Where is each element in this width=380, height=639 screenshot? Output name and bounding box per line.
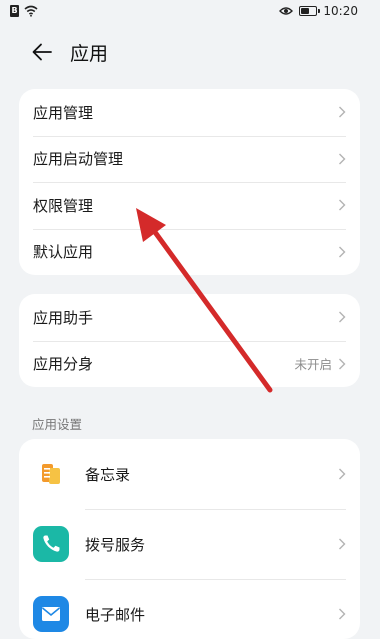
eye-icon xyxy=(279,7,294,15)
row-label: 默认应用 xyxy=(33,243,94,262)
app-row-email[interactable]: 电子邮件 xyxy=(19,579,360,639)
chevron-right-icon xyxy=(339,246,346,258)
battery-icon xyxy=(299,6,321,16)
status-left: B xyxy=(10,5,38,17)
app-management-card: 应用管理 应用启动管理 权限管理 默认应用 xyxy=(19,89,360,275)
app-settings-card: 备忘录 拨号服务 电子邮件 xyxy=(19,439,360,639)
app-assistant-row[interactable]: 应用助手 xyxy=(19,294,360,341)
chevron-right-icon xyxy=(339,468,346,480)
chevron-right-icon xyxy=(339,538,346,550)
app-row-dialer[interactable]: 拨号服务 xyxy=(19,509,360,579)
section-title: 应用设置 xyxy=(32,417,83,432)
header: 应用 xyxy=(0,30,380,74)
email-icon xyxy=(33,596,69,632)
chevron-right-icon xyxy=(339,358,346,370)
row-label: 应用启动管理 xyxy=(33,150,124,169)
chevron-right-icon xyxy=(339,199,346,211)
app-label: 电子邮件 xyxy=(85,605,146,624)
row-label: 应用分身 xyxy=(33,355,94,374)
chevron-right-icon xyxy=(339,153,346,165)
app-assistant-card: 应用助手 应用分身 未开启 xyxy=(19,294,360,387)
wifi-icon xyxy=(24,5,38,17)
chevron-right-icon xyxy=(339,106,346,118)
default-apps-row[interactable]: 默认应用 xyxy=(19,228,360,276)
row-label: 权限管理 xyxy=(33,196,94,215)
phone-icon xyxy=(33,526,69,562)
row-label: 应用助手 xyxy=(33,308,94,327)
app-launch-management-row[interactable]: 应用启动管理 xyxy=(19,135,360,183)
app-row-memo[interactable]: 备忘录 xyxy=(19,439,360,509)
status-time: 10:20 xyxy=(323,4,358,18)
page-title: 应用 xyxy=(70,43,109,65)
battery-level xyxy=(301,8,310,14)
status-right: 10:20 xyxy=(279,4,358,18)
memo-icon xyxy=(33,456,69,492)
app-twin-row[interactable]: 应用分身 未开启 xyxy=(19,340,360,388)
app-twin-status: 未开启 xyxy=(294,357,332,373)
permission-management-row[interactable]: 权限管理 xyxy=(19,182,360,229)
status-bar: B 10:20 xyxy=(0,0,380,24)
sim-icon: B xyxy=(10,5,19,17)
chevron-right-icon xyxy=(339,311,346,323)
app-label: 拨号服务 xyxy=(85,535,146,554)
row-label: 应用管理 xyxy=(33,103,94,122)
chevron-right-icon xyxy=(339,608,346,620)
app-label: 备忘录 xyxy=(85,465,131,484)
back-arrow-icon[interactable] xyxy=(30,40,54,64)
app-management-row[interactable]: 应用管理 xyxy=(19,89,360,136)
